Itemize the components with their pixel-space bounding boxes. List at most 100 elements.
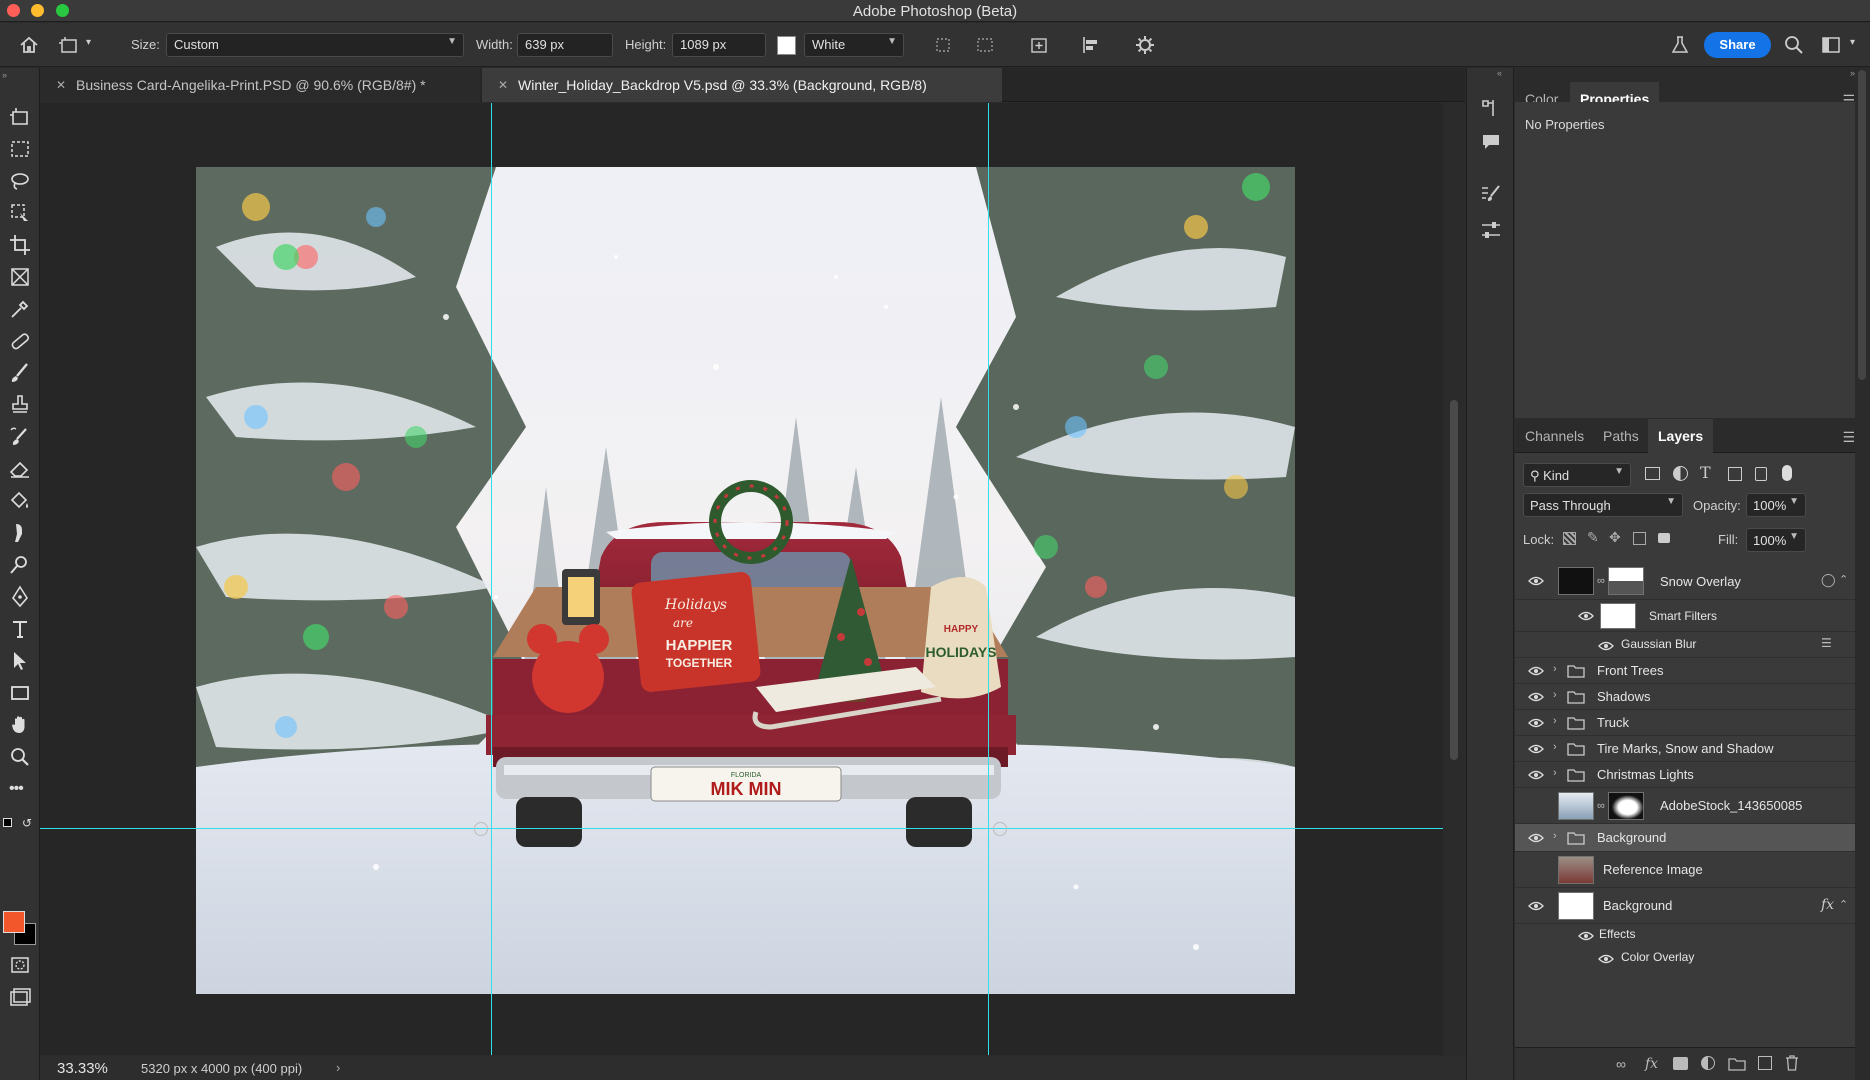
chevron-right-icon[interactable]: › (1553, 663, 1557, 675)
visibility-eye-icon[interactable] (1598, 641, 1614, 651)
layer-row[interactable]: ∞ AdobeStock_143650085 (1515, 788, 1855, 824)
layer-row[interactable]: › Front Trees (1515, 658, 1855, 684)
chevron-right-icon[interactable]: › (1553, 830, 1557, 842)
filter-shape-icon[interactable] (1728, 467, 1742, 481)
fx-icon[interactable]: fx (1821, 897, 1834, 913)
search-icon[interactable] (1783, 34, 1805, 56)
fill-color-swatch[interactable] (777, 36, 796, 55)
marquee-tool-icon[interactable] (7, 136, 33, 162)
height-input[interactable]: 1089 px (672, 33, 766, 57)
smart-filter-mask-thumbnail[interactable] (1600, 603, 1636, 629)
layer-row[interactable]: Gaussian Blur ☰ (1515, 632, 1855, 658)
quick-mask-icon[interactable] (7, 952, 33, 978)
chevron-down-icon[interactable]: ▾ (1850, 37, 1855, 48)
default-colors-icon[interactable] (3, 818, 12, 827)
layer-effects-row[interactable]: Effects (1515, 924, 1855, 946)
hand-tool-icon[interactable] (7, 712, 33, 738)
close-tab-icon[interactable]: ✕ (498, 68, 508, 102)
path-selection-icon[interactable] (7, 648, 33, 674)
gear-icon[interactable] (1134, 34, 1156, 56)
chevron-right-icon[interactable]: › (1553, 767, 1557, 779)
collapse-icon[interactable]: « (1497, 68, 1502, 78)
artboard-above-icon[interactable] (932, 34, 954, 56)
blend-mode-select[interactable]: Pass Through ▼ (1523, 493, 1683, 517)
foreground-color-swatch[interactable] (3, 911, 25, 933)
filter-kind-select[interactable]: ⚲ Kind ▼ (1523, 463, 1631, 487)
link-icon[interactable]: ∞ (1597, 575, 1605, 587)
visibility-eye-icon[interactable] (1598, 954, 1614, 964)
pen-tool-icon[interactable] (7, 584, 33, 610)
tab-layers[interactable]: Layers (1648, 419, 1714, 453)
chevron-up-icon[interactable]: ⌃ (1839, 898, 1848, 911)
layer-row-selected[interactable]: › Background (1515, 824, 1855, 852)
chevron-right-icon[interactable]: › (1553, 741, 1557, 753)
visibility-eye-icon[interactable] (1528, 692, 1544, 702)
visibility-eye-icon[interactable] (1528, 666, 1544, 676)
smudge-tool-icon[interactable] (7, 520, 33, 546)
layer-row[interactable]: › Christmas Lights (1515, 762, 1855, 788)
lasso-tool-icon[interactable] (7, 168, 33, 194)
vertical-guide[interactable] (988, 103, 989, 1055)
visibility-eye-icon[interactable] (1528, 901, 1544, 911)
new-adjustment-icon[interactable] (1701, 1056, 1715, 1070)
visibility-toggle-off[interactable] (1528, 864, 1544, 876)
lock-artboard-icon[interactable] (1633, 532, 1646, 545)
trash-icon[interactable] (1785, 1055, 1799, 1071)
layer-mask-thumbnail[interactable] (1608, 792, 1644, 820)
history-brush-icon[interactable] (7, 424, 33, 450)
share-button[interactable]: Share (1704, 32, 1771, 58)
chevron-right-icon[interactable]: › (336, 1060, 340, 1075)
more-tools-icon[interactable]: ••• (9, 780, 24, 798)
close-tab-icon[interactable]: ✕ (56, 68, 66, 102)
lock-all-icon[interactable] (1658, 533, 1670, 543)
collapse-icon[interactable]: » (2, 70, 7, 80)
brush-tool-icon[interactable] (7, 360, 33, 386)
new-layer-icon[interactable] (1758, 1056, 1772, 1070)
document-tab[interactable]: ✕ Business Card-Angelika-Print.PSD @ 90.… (40, 68, 480, 102)
visibility-eye-icon[interactable] (1578, 931, 1594, 941)
artboard-tool-icon[interactable] (58, 34, 80, 56)
layer-row[interactable]: › Shadows (1515, 684, 1855, 710)
panel-scrollbar[interactable] (1858, 70, 1866, 380)
opacity-input[interactable]: 100% ▼ (1746, 493, 1806, 517)
chevron-right-icon[interactable]: › (1553, 715, 1557, 727)
tab-channels[interactable]: Channels (1515, 419, 1594, 453)
lock-pixels-icon[interactable]: ✎ (1587, 529, 1599, 546)
layer-row[interactable]: Background fx ⌃ (1515, 888, 1855, 924)
filter-pixel-icon[interactable] (1645, 467, 1660, 480)
canvas-document[interactable]: FLORIDA MIK MIN Holidays are HAPPIER TOG… (196, 167, 1295, 994)
layer-row[interactable]: Reference Image (1515, 852, 1855, 888)
visibility-eye-icon[interactable] (1528, 576, 1544, 586)
frame-tool-icon[interactable] (7, 264, 33, 290)
filter-adjustment-icon[interactable] (1673, 466, 1688, 481)
screen-mode-icon[interactable] (7, 984, 33, 1010)
layer-row[interactable]: › Tire Marks, Snow and Shadow (1515, 736, 1855, 762)
type-tool-icon[interactable] (7, 616, 33, 642)
clone-stamp-icon[interactable] (7, 392, 33, 418)
zoom-tool-icon[interactable] (7, 744, 33, 770)
adjustments-icon[interactable] (1479, 218, 1503, 242)
lock-position-icon[interactable]: ✥ (1609, 529, 1621, 546)
beaker-icon[interactable] (1669, 34, 1691, 56)
layer-row[interactable]: › Truck (1515, 710, 1855, 736)
layer-mask-thumbnail[interactable] (1608, 567, 1644, 595)
chevron-down-icon[interactable]: ▾ (86, 37, 91, 48)
filter-smart-object-icon[interactable] (1755, 467, 1767, 481)
artboard-tool-icon[interactable] (7, 104, 33, 130)
layer-row[interactable]: Smart Filters (1515, 600, 1855, 632)
swap-colors-icon[interactable]: ↺ (22, 816, 32, 830)
healing-brush-icon[interactable] (7, 328, 33, 354)
align-icon[interactable] (1080, 34, 1102, 56)
size-select[interactable]: Custom ▼ (166, 33, 464, 57)
visibility-eye-icon[interactable] (1578, 611, 1594, 621)
collapse-icon[interactable]: » (1850, 68, 1855, 78)
vertical-guide[interactable] (491, 103, 492, 1055)
document-tab-active[interactable]: ✕ Winter_Holiday_Backdrop V5.psd @ 33.3%… (482, 68, 1002, 102)
eraser-icon[interactable] (7, 456, 33, 482)
home-icon[interactable] (18, 34, 40, 56)
fill-select[interactable]: White ▼ (804, 33, 904, 57)
chevron-up-icon[interactable]: ⌃ (1839, 573, 1848, 586)
add-mask-icon[interactable] (1673, 1057, 1688, 1070)
transform-handle[interactable] (474, 822, 488, 836)
history-icon[interactable] (1479, 96, 1503, 120)
